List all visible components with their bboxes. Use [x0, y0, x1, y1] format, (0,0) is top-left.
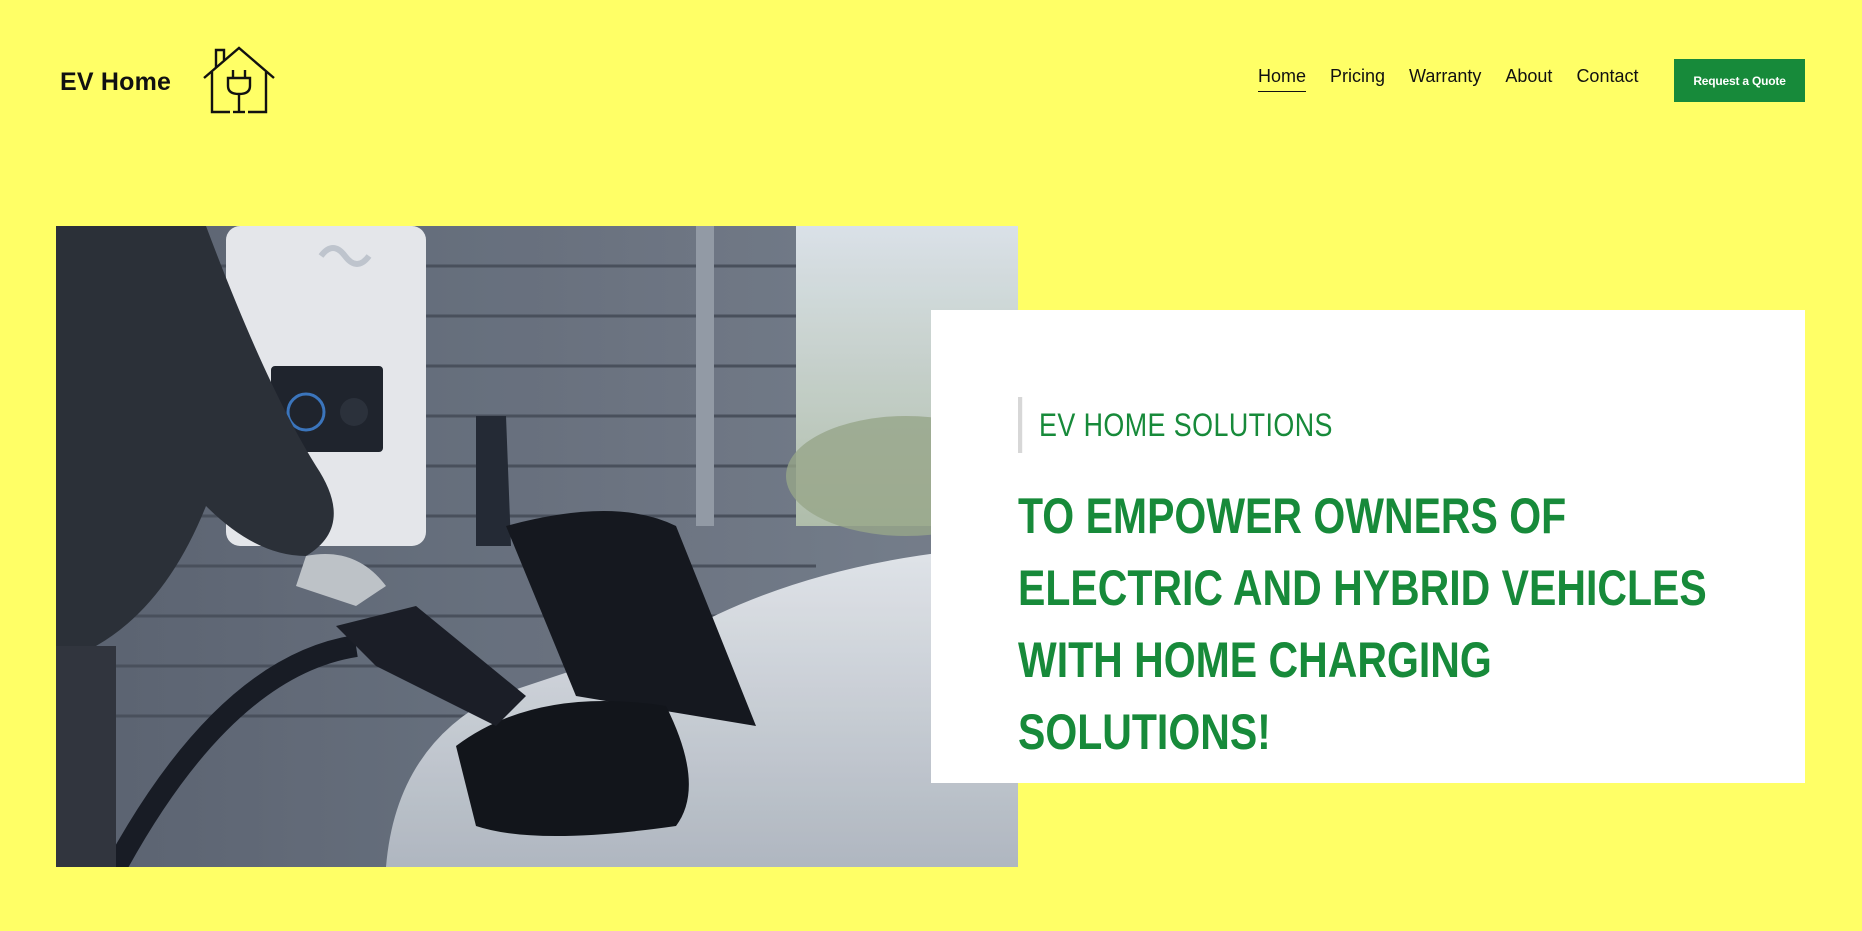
- nav-contact[interactable]: Contact: [1576, 66, 1638, 92]
- eyebrow-label: EV HOME SOLUTIONS: [1018, 397, 1333, 453]
- hero-image: [56, 226, 1018, 867]
- house-plug-icon[interactable]: [200, 44, 278, 116]
- hero-card: EV HOME SOLUTIONS TO EMPOWER OWNERS OF E…: [931, 310, 1805, 783]
- brand-name[interactable]: EV Home: [60, 68, 171, 97]
- main-nav: Home Pricing Warranty About Contact: [1258, 66, 1638, 92]
- nav-about[interactable]: About: [1505, 66, 1552, 92]
- page: EV Home Home Pricing Warranty About Cont…: [0, 0, 1862, 931]
- hero-headline: TO EMPOWER OWNERS OF ELECTRIC AND HYBRID…: [1018, 488, 1707, 760]
- request-quote-button[interactable]: Request a Quote: [1674, 59, 1805, 102]
- nav-warranty[interactable]: Warranty: [1409, 66, 1481, 92]
- nav-home[interactable]: Home: [1258, 66, 1307, 92]
- nav-pricing[interactable]: Pricing: [1330, 66, 1385, 92]
